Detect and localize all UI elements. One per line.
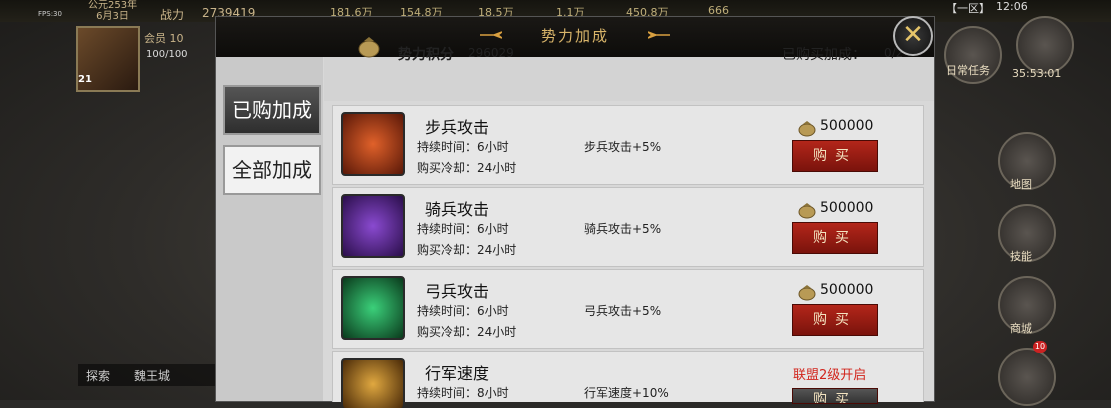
- buy-button[interactable]: 购买: [792, 222, 878, 254]
- player-level: 21: [78, 74, 92, 85]
- mail-icon[interactable]: [998, 348, 1056, 406]
- skills-label: 技能: [1010, 250, 1032, 263]
- event-timer: 35:53:01: [1012, 67, 1062, 80]
- coin-bag-icon: [798, 203, 816, 219]
- unlock-requirement: 联盟2级开启: [793, 368, 867, 383]
- buy-button-disabled[interactable]: 购买: [792, 388, 878, 404]
- coin-bag-icon: [358, 37, 380, 58]
- bonus-name: 步兵攻击: [425, 118, 490, 137]
- bonus-cooldown: 购买冷却：24小时: [417, 243, 517, 257]
- bonus-name: 弓兵攻击: [425, 282, 490, 301]
- points-value: 296029: [468, 46, 514, 60]
- search-bar[interactable]: 探索 魏王城: [78, 364, 218, 386]
- bonus-duration: 持续时间：8小时: [417, 386, 509, 400]
- title-ornament-icon: [648, 31, 670, 39]
- bought-label: 已购买加成：: [782, 47, 866, 63]
- coin-bag-icon: [798, 285, 816, 301]
- dialog-title: 势力加成: [540, 27, 609, 45]
- bonus-duration: 持续时间：6小时: [417, 140, 509, 154]
- map-label: 地图: [1010, 178, 1032, 191]
- march-speed-icon: [341, 358, 405, 408]
- infantry-icon: [341, 112, 405, 176]
- bonus-name: 骑兵攻击: [425, 200, 490, 219]
- bonus-price: 500000: [820, 282, 874, 298]
- clock: 12:06: [996, 0, 1028, 13]
- bonus-effect: 骑兵攻击+5%: [584, 222, 662, 236]
- bonus-effect: 行军速度+10%: [584, 386, 669, 400]
- game-date: 公元253年 6月3日: [88, 0, 137, 22]
- buy-button[interactable]: 购买: [792, 140, 878, 172]
- bonus-effect: 弓兵攻击+5%: [584, 304, 662, 318]
- notification-badge: 10: [1033, 341, 1047, 353]
- bonus-card: 骑兵攻击 持续时间：6小时 购买冷却：24小时 骑兵攻击+5% 500000 购…: [332, 187, 924, 267]
- shop-label: 商城: [1010, 322, 1032, 335]
- dragon-event-icon[interactable]: [1016, 16, 1074, 74]
- city-name: 魏王城: [134, 369, 171, 383]
- date-day: 6月3日: [96, 11, 129, 22]
- bonus-price: 500000: [820, 200, 874, 216]
- tab-all-bonus[interactable]: 全部加成: [223, 145, 321, 195]
- bonus-duration: 持续时间：6小时: [417, 222, 509, 236]
- bonus-card: 步兵攻击 持续时间：6小时 购买冷却：24小时 步兵攻击+5% 500000 购…: [332, 105, 924, 185]
- bonus-card: 弓兵攻击 持续时间：6小时 购买冷却：24小时 弓兵攻击+5% 500000 购…: [332, 269, 924, 349]
- bonus-duration: 持续时间：6小时: [417, 304, 509, 318]
- faction-bonus-dialog: 势力加成 已购加成 全部加成 势力积分 296029 已购买加成： 0/2 步兵…: [215, 16, 935, 408]
- search-label: 探索: [86, 369, 111, 383]
- power-label: 战力: [160, 8, 185, 22]
- bonus-name: 行军速度: [425, 364, 490, 383]
- bonus-price: 500000: [820, 118, 874, 134]
- bonus-effect: 步兵攻击+5%: [584, 140, 662, 154]
- close-icon[interactable]: ✕: [893, 16, 933, 56]
- daily-task-label: 日常任务: [946, 64, 990, 77]
- bonus-card: 行军速度 持续时间：8小时 行军速度+10% 联盟2级开启 购买: [332, 351, 924, 408]
- server-region: 【一区】: [946, 2, 990, 15]
- dialog-sidebar: 已购加成 全部加成: [216, 57, 323, 401]
- bonus-cooldown: 购买冷却：24小时: [417, 161, 517, 175]
- hp-value: 100/100: [146, 49, 188, 60]
- coin-bag-icon: [798, 121, 816, 137]
- archer-icon: [341, 276, 405, 340]
- buy-button[interactable]: 购买: [792, 304, 878, 336]
- fps-counter: FPS:30: [38, 10, 62, 18]
- points-label: 势力积分: [398, 47, 454, 63]
- vip-level[interactable]: 会员 10: [144, 30, 184, 46]
- date-year: 公元253年: [88, 0, 138, 11]
- tab-purchased-bonus[interactable]: 已购加成: [223, 85, 321, 135]
- bonus-cooldown: 购买冷却：24小时: [417, 325, 517, 339]
- cavalry-icon: [341, 194, 405, 258]
